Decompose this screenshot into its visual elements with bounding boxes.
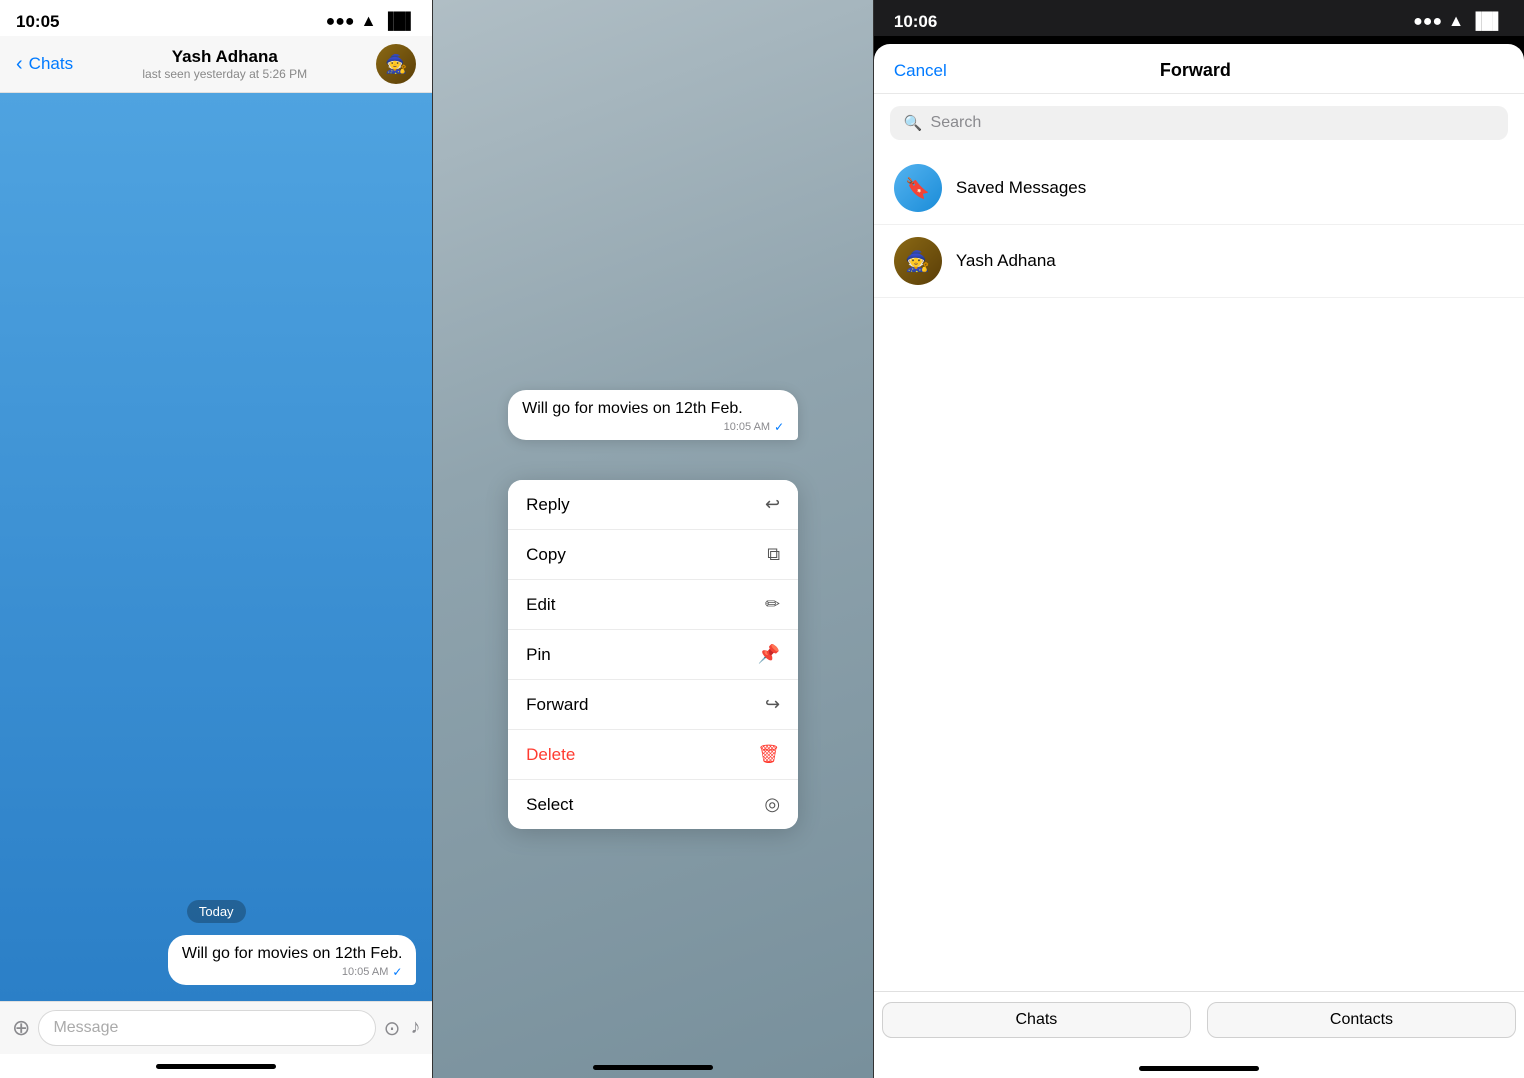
forward-icon: ↪ — [765, 694, 780, 715]
date-badge: Today — [187, 900, 246, 923]
context-forward[interactable]: Forward ↪ — [508, 680, 798, 730]
delete-icon: 🗑 — [757, 744, 780, 765]
menu-message-time: 10:05 AM — [724, 421, 770, 433]
forward-home-indicator — [1139, 1066, 1259, 1071]
context-delete[interactable]: Delete 🗑 — [508, 730, 798, 780]
forward-header: Cancel Forward — [874, 44, 1524, 94]
context-forward-label: Forward — [526, 695, 588, 715]
chat-input-bar: ⊕ Message ⊙ ♪ — [0, 1001, 432, 1054]
chat-body: Today Will go for movies on 12th Feb. 10… — [0, 93, 432, 1001]
contact-yash-avatar: 🧙 — [894, 237, 942, 285]
forward-time: 10:06 — [894, 12, 937, 32]
forward-home-bar — [874, 1058, 1524, 1078]
back-label[interactable]: Chats — [29, 54, 73, 74]
chat-header-center: Yash Adhana last seen yesterday at 5:26 … — [73, 47, 376, 81]
search-placeholder: Search — [931, 114, 982, 132]
chat-contact-status: last seen yesterday at 5:26 PM — [73, 67, 376, 81]
edit-icon: ✏ — [765, 594, 780, 615]
chat-time: 10:05 — [16, 12, 59, 32]
list-item-yash[interactable]: 🧙 Yash Adhana — [874, 225, 1524, 298]
mic-icon[interactable]: ♪ — [410, 1016, 420, 1041]
battery-icon: ▐█▌ — [382, 13, 416, 31]
context-menu: Reply ↩ Copy ⧉ Edit ✏ Pin 📌 Forward ↪ De… — [508, 480, 798, 829]
attach-icon[interactable]: ⊕ — [12, 1015, 30, 1041]
avatar[interactable]: 🧙 — [376, 44, 416, 84]
fwd-wifi-icon: ▲ — [1448, 13, 1464, 31]
context-pin[interactable]: Pin 📌 — [508, 630, 798, 680]
context-copy[interactable]: Copy ⧉ — [508, 530, 798, 580]
message-meta: 10:05 AM ✓ — [182, 965, 403, 979]
context-reply[interactable]: Reply ↩ — [508, 480, 798, 530]
emoji-icon[interactable]: ⊙ — [384, 1016, 401, 1041]
menu-message-check-icon: ✓ — [774, 420, 784, 434]
chat-header: ‹ Chats Yash Adhana last seen yesterday … — [0, 36, 432, 93]
saved-messages-label: Saved Messages — [956, 178, 1086, 198]
message-bubble[interactable]: Will go for movies on 12th Feb. 10:05 AM… — [168, 935, 417, 985]
list-item-saved[interactable]: 🔖 Saved Messages — [874, 152, 1524, 225]
reply-icon: ↩ — [765, 494, 780, 515]
context-select[interactable]: Select ◎ — [508, 780, 798, 829]
forward-status-bar: 10:06 ●●● ▲ ▐█▌ — [874, 0, 1524, 36]
context-edit-label: Edit — [526, 595, 555, 615]
panel-context-menu: Will go for movies on 12th Feb. 10:05 AM… — [433, 0, 872, 1078]
panel-forward: 10:06 ●●● ▲ ▐█▌ Cancel Forward 🔍 Search … — [874, 0, 1524, 1078]
chat-status-bar: 10:05 ●●● ▲ ▐█▌ — [0, 0, 432, 36]
forward-title: Forward — [1160, 60, 1231, 81]
forward-card: Cancel Forward 🔍 Search 🔖 Saved Messages… — [874, 44, 1524, 1078]
fwd-battery-icon: ▐█▌ — [1470, 13, 1504, 31]
menu-message-text: Will go for movies on 12th Feb. — [522, 400, 784, 418]
message-text: Will go for movies on 12th Feb. — [182, 945, 403, 963]
saved-messages-avatar: 🔖 — [894, 164, 942, 212]
copy-icon: ⧉ — [767, 544, 780, 565]
forward-contact-list: 🔖 Saved Messages 🧙 Yash Adhana — [874, 152, 1524, 991]
tab-chats-label: Chats — [1016, 1011, 1058, 1028]
date-label: Today — [16, 900, 416, 923]
pin-icon: 📌 — [758, 644, 780, 665]
tab-contacts[interactable]: Contacts — [1207, 1002, 1516, 1038]
select-icon: ◎ — [764, 794, 780, 815]
bookmark-icon: 🔖 — [905, 176, 930, 201]
chat-status-icons: ●●● ▲ ▐█▌ — [326, 13, 417, 31]
wifi-icon: ▲ — [361, 13, 377, 31]
search-icon: 🔍 — [904, 114, 923, 132]
context-copy-label: Copy — [526, 545, 566, 565]
forward-status-icons: ●●● ▲ ▐█▌ — [1413, 13, 1504, 31]
forward-search-bar[interactable]: 🔍 Search — [890, 106, 1508, 140]
tab-contacts-label: Contacts — [1330, 1011, 1393, 1028]
tab-chats[interactable]: Chats — [882, 1002, 1191, 1038]
menu-home-indicator — [593, 1065, 713, 1070]
panel-chat: 10:05 ●●● ▲ ▐█▌ ‹ Chats Yash Adhana last… — [0, 0, 432, 1078]
menu-message-meta: 10:05 AM ✓ — [522, 420, 784, 434]
home-bar — [0, 1054, 432, 1078]
chat-contact-name: Yash Adhana — [73, 47, 376, 67]
chat-header-left: ‹ Chats — [16, 53, 73, 76]
context-pin-label: Pin — [526, 645, 551, 665]
signal-icon: ●●● — [326, 13, 355, 31]
context-delete-label: Delete — [526, 745, 575, 765]
menu-home-bar — [433, 1065, 872, 1070]
home-indicator — [156, 1064, 276, 1069]
back-arrow-icon[interactable]: ‹ — [16, 53, 23, 76]
contact-yash-name: Yash Adhana — [956, 251, 1056, 271]
contact-yash-emoji: 🧙 — [905, 249, 930, 274]
message-input[interactable]: Message — [38, 1010, 375, 1046]
input-icons: ⊙ ♪ — [384, 1016, 421, 1041]
context-select-label: Select — [526, 795, 573, 815]
message-time: 10:05 AM — [342, 966, 388, 978]
message-placeholder: Message — [53, 1019, 118, 1036]
message-check-icon: ✓ — [392, 965, 402, 979]
context-reply-label: Reply — [526, 495, 569, 515]
fwd-signal-icon: ●●● — [1413, 13, 1442, 31]
menu-message-bubble: Will go for movies on 12th Feb. 10:05 AM… — [508, 390, 798, 440]
forward-bottom-tabs: Chats Contacts — [874, 991, 1524, 1058]
cancel-button[interactable]: Cancel — [894, 61, 947, 81]
avatar-emoji: 🧙 — [385, 54, 407, 75]
context-edit[interactable]: Edit ✏ — [508, 580, 798, 630]
